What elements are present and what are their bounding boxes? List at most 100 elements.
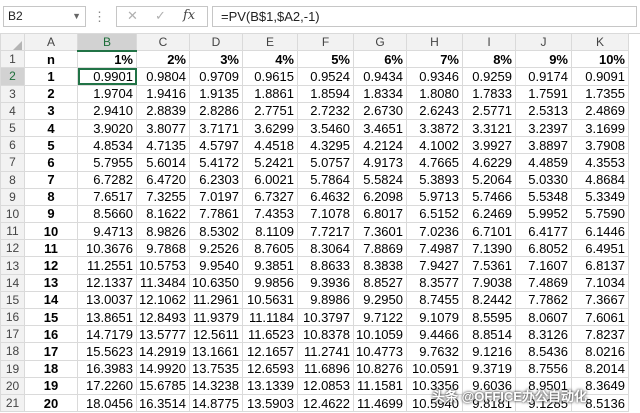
cell[interactable]: 12.8493 [136,307,190,327]
cell[interactable]: 3.2397 [515,118,572,138]
cell[interactable]: 7.5361 [462,256,516,275]
row-header[interactable]: 17 [0,325,25,344]
cell[interactable]: 2.4869 [571,101,629,120]
cell[interactable]: 7.7861 [189,204,243,224]
cell[interactable]: 7.4987 [406,239,463,258]
cell[interactable]: 7.8237 [571,325,629,344]
cell[interactable]: 11.2551 [77,256,137,275]
cell[interactable]: 7.6061 [571,307,629,327]
row-header[interactable]: 5 [0,118,25,138]
cell[interactable]: 7.3255 [136,187,190,206]
cancel-icon[interactable]: ✕ [127,8,138,24]
cell[interactable]: 12 [24,256,78,275]
cell[interactable]: 4.7665 [406,153,463,172]
cell[interactable]: 8.3126 [515,325,572,344]
cell[interactable]: 6.7327 [242,187,298,206]
cell[interactable]: 13.1339 [242,376,298,395]
cell[interactable]: 9.1079 [406,307,463,327]
cell[interactable]: 0.9434 [353,67,407,86]
cell[interactable]: 19 [24,376,78,395]
cell[interactable]: 8.7455 [406,290,463,310]
cell[interactable]: 3.5460 [297,118,354,138]
cell[interactable]: 6.5152 [406,204,463,224]
cell[interactable]: 0.9091 [571,67,629,86]
cell[interactable]: 10.5753 [136,256,190,275]
row-header[interactable]: 11 [0,222,25,241]
cell[interactable]: 6.4632 [297,187,354,206]
column-header[interactable]: E [242,32,298,52]
cell[interactable]: 2.6243 [406,101,463,120]
cell[interactable]: 16 [24,325,78,344]
cell[interactable]: 11.1581 [353,376,407,395]
check-icon[interactable]: ✓ [155,8,166,24]
cell[interactable]: 4.8684 [571,170,629,189]
cell[interactable]: 8.2014 [571,359,629,378]
cell[interactable]: 11.9379 [189,307,243,327]
cell[interactable]: 13.8651 [77,307,137,327]
cell[interactable]: 16.3983 [77,359,137,378]
row-header[interactable]: 21 [0,393,25,413]
cell[interactable]: 4.7135 [136,136,190,155]
cell[interactable]: 5.0757 [297,153,354,172]
cell[interactable]: 8 [24,187,78,206]
cell[interactable]: 9.2950 [353,290,407,310]
cell[interactable]: 3% [189,50,243,69]
cell[interactable]: 2.8286 [189,101,243,120]
cell[interactable]: 5.5824 [353,170,407,189]
cell[interactable]: 5.9952 [515,204,572,224]
cell[interactable]: 20 [24,393,78,413]
cell[interactable]: 3.4651 [353,118,407,138]
column-header[interactable]: G [353,32,407,52]
cell[interactable]: 12.1062 [136,290,190,310]
cell[interactable]: 11.3484 [136,273,190,292]
cell[interactable]: 1.9416 [136,84,190,103]
cell[interactable]: 1.7591 [515,84,572,103]
cell[interactable]: 5% [297,50,354,69]
cell[interactable]: 3.9020 [77,118,137,138]
column-header[interactable]: H [406,32,463,52]
cell[interactable]: 6.0021 [242,170,298,189]
cell[interactable]: 5.0330 [515,170,572,189]
row-header[interactable]: 16 [0,307,25,327]
cell[interactable]: 4.4518 [242,136,298,155]
cell[interactable]: 3 [24,101,78,120]
cell[interactable]: 9.3936 [297,273,354,292]
chevron-down-icon[interactable]: ▼ [72,7,81,26]
row-header[interactable]: 19 [0,359,25,378]
cell[interactable]: 7.3601 [353,222,407,241]
cell[interactable]: 6.4177 [515,222,572,241]
column-header[interactable]: I [462,32,516,52]
cell[interactable]: 9.4466 [406,325,463,344]
cell[interactable]: 1.7833 [462,84,516,103]
cell[interactable]: 2.6730 [353,101,407,120]
column-header[interactable]: J [515,32,572,52]
name-box[interactable]: B2 ▼ [3,6,86,27]
cell[interactable]: 8.5660 [77,204,137,224]
cell[interactable]: 8.0216 [571,342,629,361]
cell[interactable]: 7.0197 [189,187,243,206]
cell[interactable]: 3.1699 [571,118,629,138]
cell[interactable]: 11.6896 [297,359,354,378]
cell[interactable]: 11.2961 [189,290,243,310]
cell[interactable]: 11.4699 [353,393,407,413]
row-header[interactable]: 8 [0,170,25,189]
cell[interactable]: 7% [406,50,463,69]
cell[interactable]: 5.7466 [462,187,516,206]
cell[interactable]: 6.7282 [77,170,137,189]
cell[interactable]: 5.4172 [189,153,243,172]
cell[interactable]: 14.8775 [189,393,243,413]
cell[interactable]: 9.8986 [297,290,354,310]
row-header[interactable]: 4 [0,101,25,120]
cell[interactable]: 15.5623 [77,342,137,361]
row-header[interactable]: 6 [0,136,25,155]
cell[interactable]: 7.1034 [571,273,629,292]
cell[interactable]: 9.4713 [77,222,137,241]
cell[interactable]: 7.9038 [462,273,516,292]
cell[interactable]: 0.9804 [136,67,190,86]
cell[interactable]: 11.1184 [242,307,298,327]
cell[interactable]: 10.0591 [406,359,463,378]
cell[interactable]: 6.2098 [353,187,407,206]
cell[interactable]: 13.5903 [242,393,298,413]
cell[interactable]: 2.7232 [297,101,354,120]
cell[interactable]: 13.1661 [189,342,243,361]
